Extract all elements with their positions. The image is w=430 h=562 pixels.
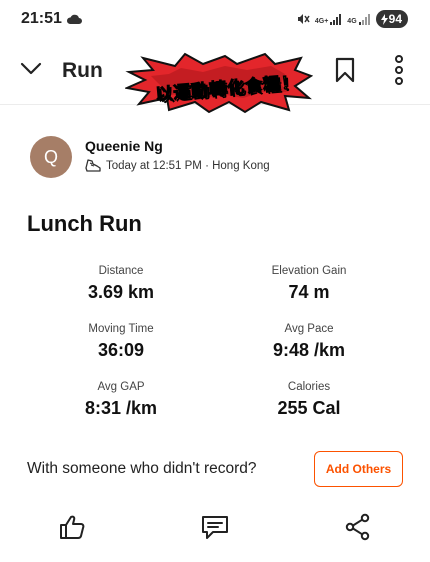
- battery-level: 94: [388, 12, 402, 26]
- stat-label: Moving Time: [88, 323, 154, 335]
- avatar[interactable]: Q: [30, 136, 72, 178]
- page-title: Run: [62, 59, 103, 82]
- activity-meta: Today at 12:51 PM · Hong Kong: [85, 159, 270, 173]
- athlete-name[interactable]: Queenie Ng: [85, 138, 163, 154]
- comment-icon[interactable]: [201, 513, 229, 541]
- stat-value: 36:09: [97, 340, 145, 360]
- stat-label: Avg GAP: [97, 381, 145, 393]
- stat-calories: Calories 255 Cal: [229, 381, 389, 419]
- status-time: 21:51: [21, 10, 62, 27]
- stat-label: Calories: [287, 381, 331, 393]
- activity-title: Lunch Run: [27, 211, 142, 236]
- header: Run 以運動轉化食糧！: [0, 40, 430, 114]
- stat-value: 255 Cal: [277, 398, 341, 418]
- stat-elevation-gain: Elevation Gain 74 m: [229, 265, 389, 303]
- stat-moving-time: Moving Time 36:09: [41, 323, 201, 361]
- sticker: 以運動轉化食糧！: [125, 52, 313, 114]
- stat-distance: Distance 3.69 km: [41, 265, 201, 303]
- stat-avg-pace: Avg Pace 9:48 /km: [229, 323, 389, 361]
- status-bar: 21:51 4G+ 4G 94: [0, 0, 430, 40]
- more-vertical-icon[interactable]: [392, 55, 406, 85]
- stat-value: 9:48 /km: [272, 340, 346, 360]
- activity-meta-text: Today at 12:51 PM · Hong Kong: [106, 160, 270, 172]
- stat-avg-gap: Avg GAP 8:31 /km: [41, 381, 201, 419]
- share-icon[interactable]: [344, 513, 372, 541]
- signal-label: 4G+: [314, 17, 329, 25]
- signal-icon: [330, 13, 342, 25]
- cloud-icon: [66, 14, 82, 24]
- stat-value: 8:31 /km: [84, 398, 158, 418]
- signal-icon: [358, 13, 370, 25]
- stat-label: Avg Pace: [284, 323, 334, 335]
- charging-icon: [380, 13, 388, 25]
- battery-indicator: 94: [375, 10, 408, 28]
- status-icons: 4G+ 4G 94: [296, 10, 408, 28]
- signal-4g-plus: 4G+: [314, 13, 342, 25]
- chevron-down-icon[interactable]: [20, 62, 42, 76]
- signal-label: 4G: [347, 17, 357, 25]
- avatar-initial: Q: [43, 146, 58, 167]
- stat-value: 74 m: [288, 282, 330, 302]
- stat-value: 3.69 km: [87, 282, 155, 302]
- signal-4g: 4G: [347, 13, 370, 25]
- stat-label: Distance: [98, 265, 144, 277]
- add-others-button[interactable]: Add Others: [314, 451, 403, 487]
- shoe-icon: [85, 159, 101, 172]
- mute-icon: [297, 14, 310, 24]
- stat-label: Elevation Gain: [271, 265, 347, 277]
- add-others-prompt: With someone who didn't record?: [27, 460, 257, 477]
- thumbs-up-icon[interactable]: [58, 513, 86, 541]
- bookmark-icon[interactable]: [334, 57, 356, 83]
